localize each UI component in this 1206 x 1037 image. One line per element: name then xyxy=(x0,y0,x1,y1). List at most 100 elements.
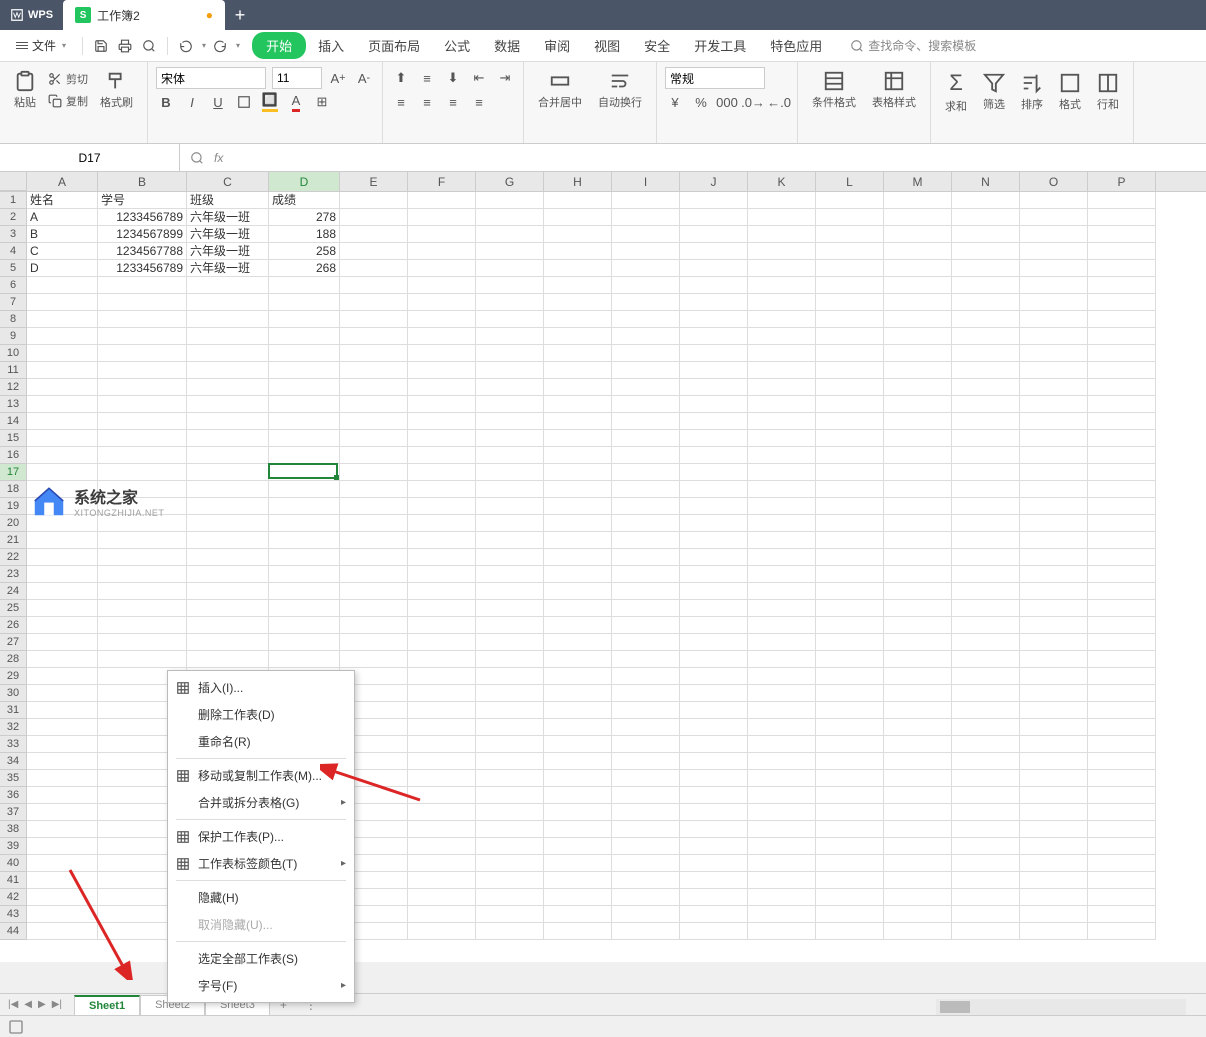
row-header[interactable]: 1 xyxy=(0,192,27,209)
cell[interactable] xyxy=(544,277,612,294)
cell[interactable] xyxy=(408,770,476,787)
cell[interactable] xyxy=(1088,753,1156,770)
cell[interactable] xyxy=(544,566,612,583)
cell[interactable] xyxy=(408,413,476,430)
underline-button[interactable]: U xyxy=(208,92,228,112)
cell[interactable]: B xyxy=(27,226,98,243)
cell[interactable] xyxy=(544,549,612,566)
cell[interactable] xyxy=(612,702,680,719)
cell[interactable] xyxy=(1020,736,1088,753)
cell[interactable] xyxy=(476,872,544,889)
align-top-icon[interactable]: ⬆ xyxy=(391,68,411,88)
cell[interactable] xyxy=(1020,566,1088,583)
cell[interactable] xyxy=(612,379,680,396)
cell[interactable] xyxy=(1088,685,1156,702)
cell[interactable] xyxy=(544,481,612,498)
cell[interactable]: D xyxy=(27,260,98,277)
cell[interactable] xyxy=(98,464,187,481)
cell[interactable] xyxy=(408,600,476,617)
cell[interactable] xyxy=(612,430,680,447)
rows-cols-button[interactable]: 行和 xyxy=(1091,66,1125,118)
sheet-nav[interactable]: |◀◀▶▶| xyxy=(8,999,62,1010)
col-header[interactable]: K xyxy=(748,172,816,191)
cell[interactable] xyxy=(544,379,612,396)
cell[interactable] xyxy=(1088,906,1156,923)
cell[interactable] xyxy=(952,549,1020,566)
cell[interactable] xyxy=(27,668,98,685)
cell[interactable] xyxy=(1020,668,1088,685)
menu-tab-审阅[interactable]: 审阅 xyxy=(532,30,582,61)
cell[interactable] xyxy=(816,243,884,260)
cell[interactable] xyxy=(27,753,98,770)
cell[interactable] xyxy=(680,345,748,362)
cell[interactable] xyxy=(1088,481,1156,498)
file-menu[interactable]: 文件 ▾ xyxy=(8,33,74,58)
col-header[interactable]: O xyxy=(1020,172,1088,191)
cell[interactable] xyxy=(884,838,952,855)
cell[interactable] xyxy=(748,277,816,294)
cell[interactable] xyxy=(816,328,884,345)
align-bottom-icon[interactable]: ⬇ xyxy=(443,68,463,88)
cell[interactable] xyxy=(544,651,612,668)
cell[interactable] xyxy=(98,549,187,566)
cell[interactable] xyxy=(476,634,544,651)
cell[interactable] xyxy=(544,753,612,770)
cell[interactable] xyxy=(27,651,98,668)
cell[interactable] xyxy=(269,430,340,447)
cell[interactable] xyxy=(748,396,816,413)
cell[interactable] xyxy=(408,379,476,396)
cell[interactable] xyxy=(952,294,1020,311)
cell[interactable]: 268 xyxy=(269,260,340,277)
col-header[interactable]: M xyxy=(884,172,952,191)
cell[interactable] xyxy=(816,821,884,838)
menu-tab-插入[interactable]: 插入 xyxy=(306,30,356,61)
decrease-indent-icon[interactable]: ⇤ xyxy=(469,68,489,88)
cell[interactable] xyxy=(612,549,680,566)
format-painter-button[interactable]: 格式刷 xyxy=(94,66,139,114)
cell[interactable] xyxy=(748,855,816,872)
cell[interactable] xyxy=(748,379,816,396)
row-header[interactable]: 16 xyxy=(0,447,27,464)
cell[interactable] xyxy=(816,277,884,294)
cell[interactable] xyxy=(544,906,612,923)
document-tab[interactable]: S 工作簿2 ● xyxy=(63,0,225,30)
cell[interactable] xyxy=(680,532,748,549)
cell[interactable] xyxy=(748,923,816,940)
bold-button[interactable]: B xyxy=(156,92,176,112)
cell[interactable] xyxy=(884,736,952,753)
cell[interactable] xyxy=(544,804,612,821)
cell[interactable] xyxy=(884,277,952,294)
cell[interactable] xyxy=(476,855,544,872)
cell[interactable] xyxy=(476,192,544,209)
col-header[interactable]: J xyxy=(680,172,748,191)
row-header[interactable]: 18 xyxy=(0,481,27,498)
cell[interactable] xyxy=(1088,617,1156,634)
cell[interactable] xyxy=(476,702,544,719)
cell[interactable] xyxy=(1088,226,1156,243)
cell[interactable] xyxy=(544,464,612,481)
copy-button[interactable]: 复制 xyxy=(44,91,92,111)
cell[interactable] xyxy=(544,702,612,719)
cell[interactable] xyxy=(612,889,680,906)
cell[interactable] xyxy=(340,566,408,583)
cell[interactable] xyxy=(1020,549,1088,566)
cell[interactable] xyxy=(1020,447,1088,464)
cell[interactable] xyxy=(408,549,476,566)
cell[interactable] xyxy=(408,481,476,498)
cell[interactable] xyxy=(476,753,544,770)
cell[interactable] xyxy=(1020,617,1088,634)
cell[interactable] xyxy=(1088,277,1156,294)
cell[interactable] xyxy=(884,345,952,362)
cell[interactable] xyxy=(816,906,884,923)
cell[interactable] xyxy=(476,787,544,804)
cell[interactable] xyxy=(884,702,952,719)
cell[interactable] xyxy=(680,668,748,685)
menu-tab-开发工具[interactable]: 开发工具 xyxy=(682,30,758,61)
cell[interactable] xyxy=(269,566,340,583)
menu-item[interactable]: 合并或拆分表格(G)▸ xyxy=(168,789,354,816)
cell[interactable] xyxy=(612,923,680,940)
col-header[interactable]: L xyxy=(816,172,884,191)
cell[interactable] xyxy=(748,889,816,906)
cell[interactable] xyxy=(476,685,544,702)
row-header[interactable]: 7 xyxy=(0,294,27,311)
